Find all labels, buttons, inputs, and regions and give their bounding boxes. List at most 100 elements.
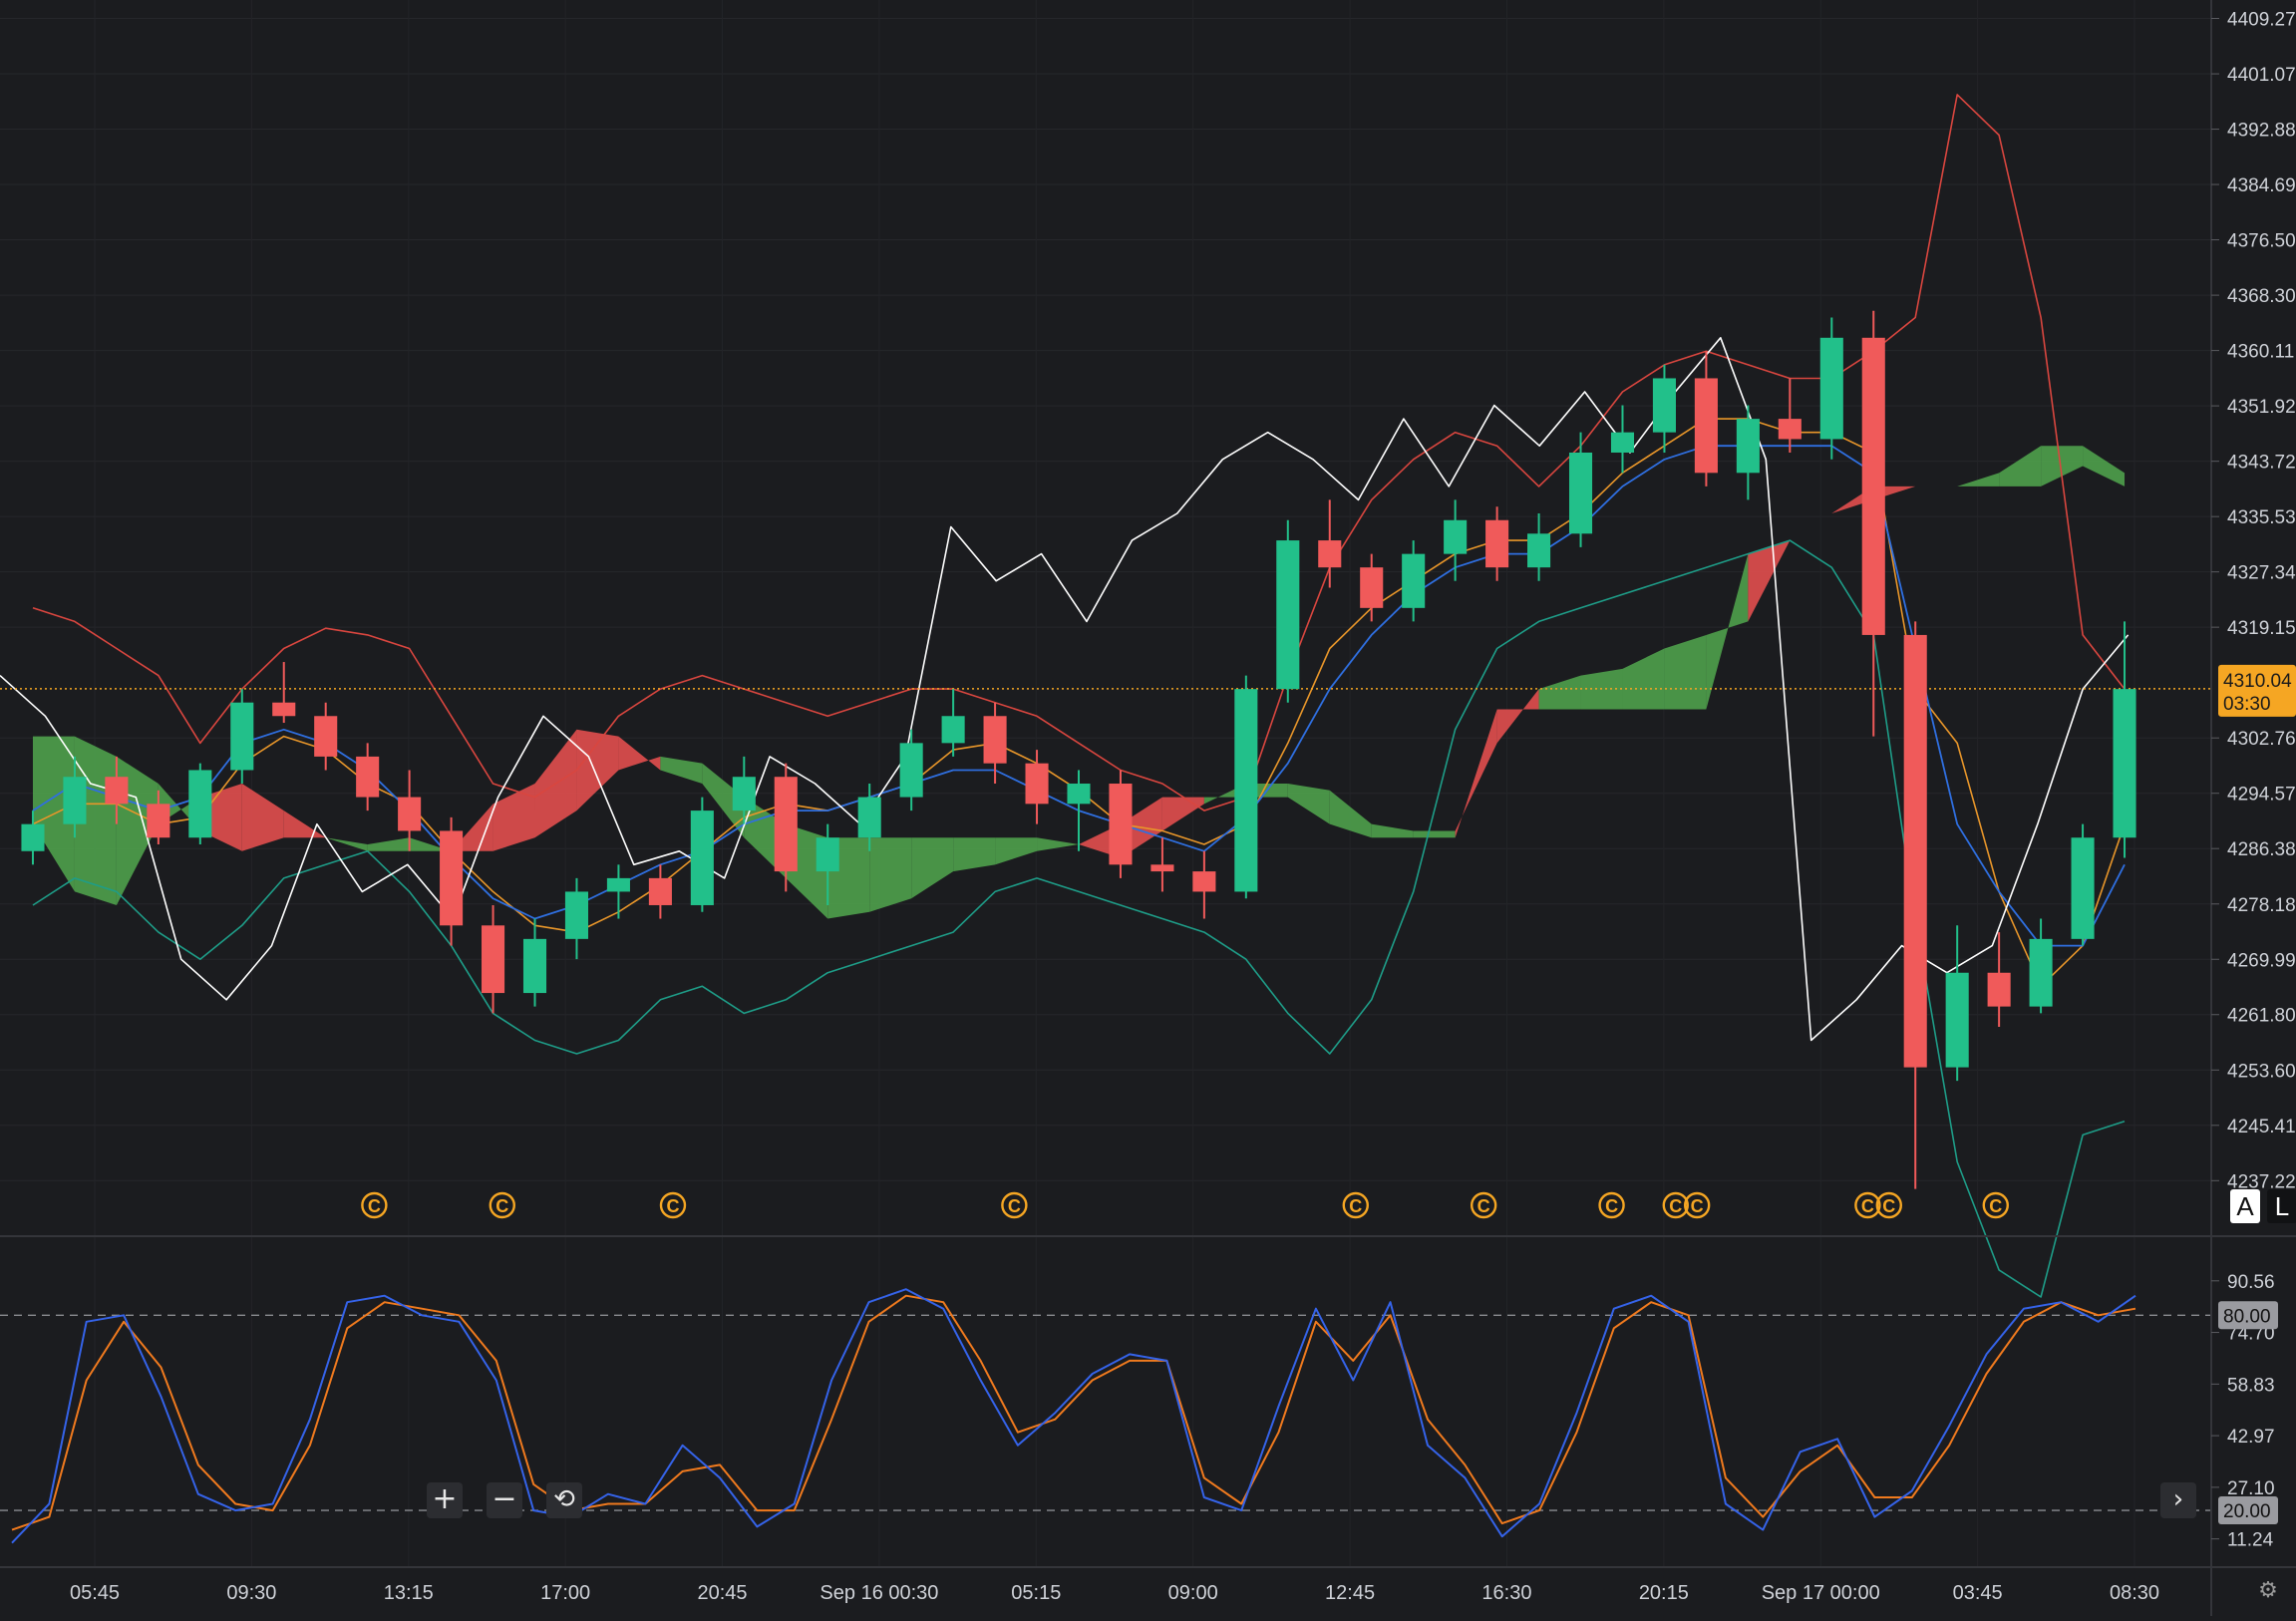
candle-bullish bbox=[899, 729, 923, 811]
cloud-segment-bullish bbox=[660, 756, 703, 785]
bollinger-lower-line bbox=[32, 539, 2126, 1298]
zoom-in-button[interactable]: + bbox=[427, 1482, 463, 1518]
chart-canvas[interactable]: CCCCCCCCCCCC 4409.274401.074392.884384.6… bbox=[0, 0, 2296, 1616]
candle-body bbox=[482, 925, 505, 994]
candle-body bbox=[2029, 938, 2053, 1007]
candle-bearish bbox=[440, 816, 464, 946]
candle-bullish bbox=[1067, 770, 1091, 851]
cloud-segment-bullish bbox=[1538, 675, 1581, 710]
scroll-right-button[interactable]: › bbox=[2160, 1482, 2196, 1518]
candle-body bbox=[690, 810, 714, 905]
candle-body bbox=[272, 702, 296, 717]
cloud-segment-bullish bbox=[2083, 446, 2126, 486]
event-marker-label: C bbox=[1691, 1196, 1704, 1216]
event-marker-label: C bbox=[1008, 1196, 1021, 1216]
stoch-tick-label: 90.56 bbox=[2227, 1272, 2275, 1293]
price-tick-label: 4360.11 bbox=[2227, 342, 2294, 363]
price-tick-label: 4384.69 bbox=[2227, 175, 2296, 196]
candle-body bbox=[1778, 419, 1802, 440]
time-tick-label: 17:00 bbox=[540, 1582, 590, 1604]
last-price-tag: 4310.0403:30 bbox=[2218, 664, 2296, 717]
event-marker[interactable]: C bbox=[361, 1191, 388, 1219]
candle-body bbox=[899, 743, 923, 798]
candle-body bbox=[522, 938, 547, 994]
candle-body bbox=[440, 830, 464, 926]
candle-body bbox=[105, 777, 129, 805]
cloud-segment-bearish bbox=[1455, 709, 1497, 838]
price-tick-label: 4368.30 bbox=[2227, 286, 2296, 307]
candle-body bbox=[1444, 519, 1468, 554]
price-tick-label: 4335.53 bbox=[2227, 507, 2296, 528]
stoch-reference-tag: 20.00 bbox=[2218, 1496, 2278, 1525]
candle-body bbox=[732, 777, 756, 811]
cloud-segment-bullish bbox=[1371, 823, 1414, 838]
cloud-segment-bullish bbox=[1329, 790, 1372, 838]
candle-bearish bbox=[1903, 621, 1927, 1189]
candle-bearish bbox=[1360, 553, 1384, 622]
candle-bullish bbox=[1444, 499, 1468, 581]
stoch-reference-tag: 80.00 bbox=[2218, 1301, 2278, 1330]
stoch-reference-tag-label: 80.00 bbox=[2223, 1306, 2271, 1327]
event-marker[interactable]: C bbox=[1470, 1191, 1497, 1219]
price-tick-label: 4401.07 bbox=[2227, 65, 2296, 86]
candle-body bbox=[21, 823, 45, 851]
candle-body bbox=[314, 716, 338, 757]
event-marker[interactable]: C bbox=[489, 1191, 515, 1219]
candle-body bbox=[1652, 378, 1676, 433]
cloud-segment-bullish bbox=[1037, 837, 1079, 851]
candle-body bbox=[1067, 784, 1091, 805]
price-tick-label: 4351.92 bbox=[2227, 397, 2296, 418]
candle-bearish bbox=[1778, 378, 1802, 453]
candle-bearish bbox=[1192, 850, 1216, 919]
price-tick-label: 4327.34 bbox=[2227, 563, 2296, 584]
candle-body bbox=[1568, 452, 1593, 534]
cloud-segment-bullish bbox=[1706, 553, 1749, 710]
event-marker-label: C bbox=[1605, 1196, 1618, 1216]
log-scale-toggle[interactable]: L bbox=[2267, 1189, 2296, 1223]
candle-bullish bbox=[1652, 364, 1676, 453]
event-marker[interactable]: C bbox=[659, 1191, 687, 1219]
time-tick-label: 05:45 bbox=[70, 1582, 120, 1604]
zoom-out-button[interactable]: − bbox=[487, 1482, 522, 1518]
tenkan-sen-line bbox=[32, 445, 2126, 947]
candle-body bbox=[1109, 784, 1133, 865]
candle-bullish bbox=[2071, 823, 2095, 946]
cloud-segment-bullish bbox=[1287, 784, 1330, 824]
candle-body bbox=[1192, 871, 1216, 892]
event-marker[interactable]: C bbox=[1982, 1191, 2009, 1219]
price-tick-label: 4278.18 bbox=[2227, 895, 2296, 916]
settings-icon[interactable]: ⚙ bbox=[2256, 1578, 2280, 1602]
candle-bullish bbox=[1819, 317, 1843, 460]
candle-body bbox=[1987, 972, 2011, 1007]
cloud-segment-bullish bbox=[1664, 634, 1707, 710]
cloud-segment-bullish bbox=[869, 837, 912, 912]
candle-body bbox=[1150, 864, 1174, 872]
event-marker[interactable]: C bbox=[1342, 1191, 1369, 1219]
trading-chart[interactable]: CCCCCCCCCCCC 4409.27 4401.07 4392.88 4384.6… bbox=[0, 0, 2296, 1616]
time-tick-label: 09:00 bbox=[1168, 1582, 1218, 1604]
candle-bullish bbox=[2113, 621, 2136, 858]
event-marker[interactable]: C bbox=[1598, 1191, 1625, 1219]
event-marker[interactable]: C bbox=[1001, 1191, 1028, 1219]
candle-bearish bbox=[1150, 837, 1174, 892]
candle-bearish bbox=[314, 702, 338, 771]
candle-bearish bbox=[648, 864, 672, 919]
event-marker-label: C bbox=[1861, 1196, 1874, 1216]
price-tick-label: 4392.88 bbox=[2227, 121, 2296, 142]
reset-view-button[interactable]: ⟲ bbox=[546, 1482, 582, 1518]
candle-body bbox=[1819, 337, 1843, 440]
auto-scale-toggle[interactable]: A bbox=[2230, 1189, 2260, 1223]
price-tick-label: 4253.60 bbox=[2227, 1061, 2296, 1082]
event-markers[interactable]: CCCCCCCCCCCC bbox=[361, 1191, 2009, 1219]
stoch-k-line bbox=[11, 1288, 2136, 1544]
candle-body bbox=[188, 770, 212, 838]
price-tick-label: 4319.15 bbox=[2227, 618, 2296, 639]
candle-bullish bbox=[564, 877, 589, 960]
candle-body bbox=[1485, 519, 1509, 568]
last-price-countdown: 03:30 bbox=[2223, 694, 2271, 715]
candle-body bbox=[1694, 378, 1718, 474]
candle-bearish bbox=[356, 743, 380, 811]
candle-bullish bbox=[1610, 405, 1635, 474]
cloud-segment-bullish bbox=[1999, 446, 2042, 486]
candle-body bbox=[564, 891, 589, 939]
